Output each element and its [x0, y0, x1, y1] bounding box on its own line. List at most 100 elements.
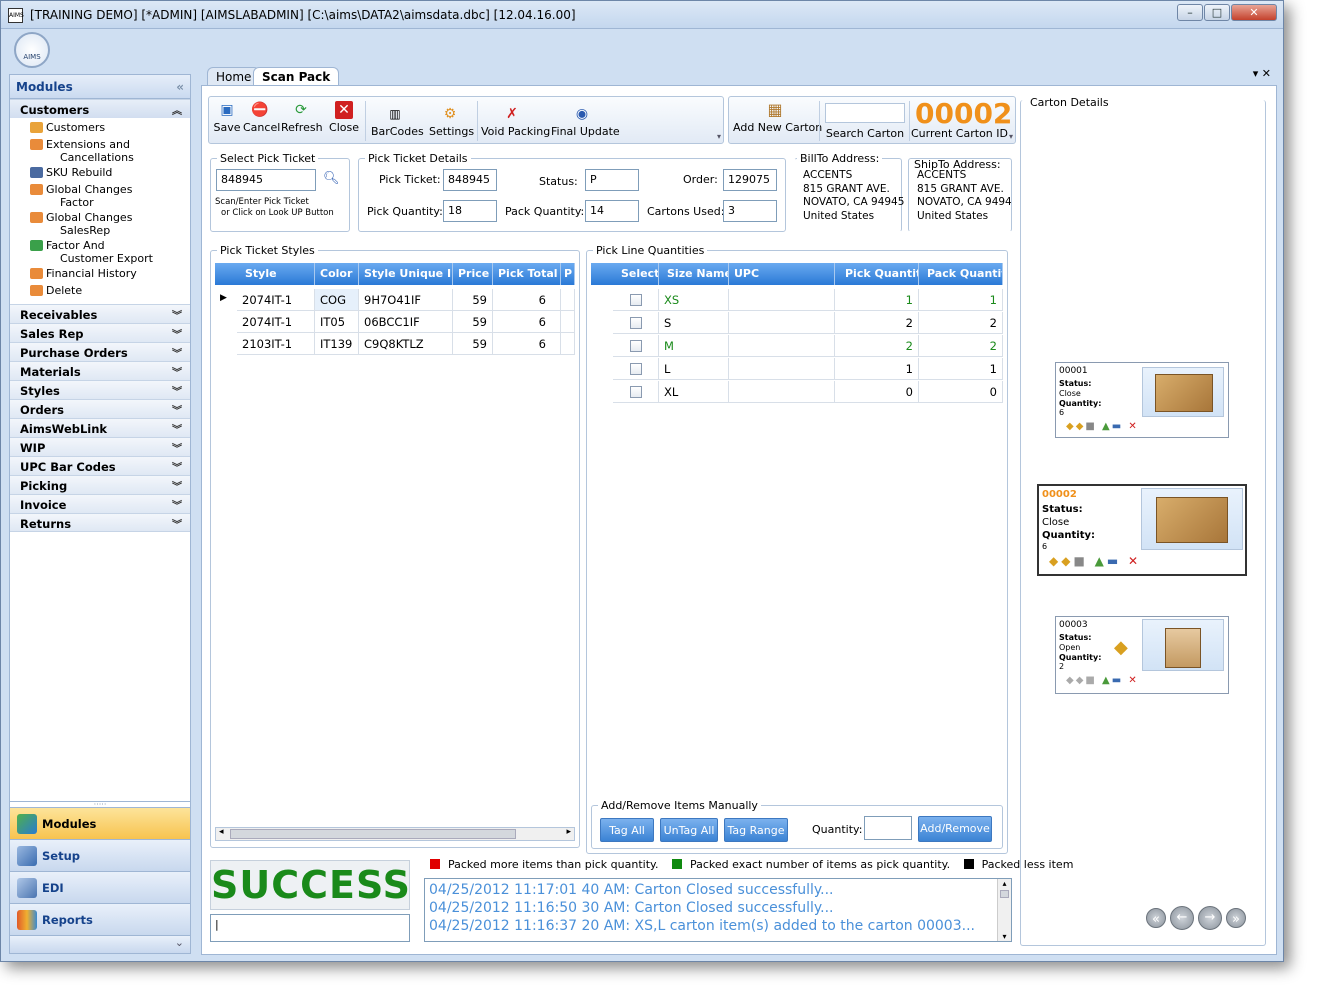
table-row[interactable]: M 2 2 [591, 335, 1003, 357]
group-sales-rep[interactable]: Sales Rep ︾ [10, 323, 190, 342]
toolbar-overflow-icon[interactable]: ▾ [717, 132, 721, 141]
tab-menu-icons[interactable]: ▾ ✕ [1253, 67, 1271, 80]
sidebar-item-financial-history[interactable]: Financial History [10, 266, 190, 283]
table-row[interactable]: L 1 1 [591, 358, 1003, 380]
horizontal-scrollbar[interactable]: ◂ ▸ [215, 827, 575, 841]
scroll-up-icon[interactable]: ▴ [998, 879, 1011, 888]
sidebar-item-factor-export[interactable]: Factor And Customer Export [10, 238, 190, 266]
pick-line-quantities-group: Pick Line Quantities Select Size Name UP… [586, 244, 1008, 854]
group-invoice[interactable]: Invoice ︾ [10, 494, 190, 513]
separator [819, 101, 820, 141]
first-page-icon[interactable]: « [1146, 908, 1166, 928]
log-scrollbar[interactable]: ▴ ▾ [997, 879, 1011, 941]
carton-card[interactable]: 00001 Status: Close Quantity: 6 ◆◆■ ▲▬ ✕ [1055, 362, 1229, 438]
settings-button[interactable]: ⚙ Settings [429, 105, 474, 138]
table-row[interactable]: 2103IT-1 IT139 C9Q8KTLZ 59 6 [215, 333, 575, 355]
cancel-button[interactable]: ⛔ Cancel [243, 101, 280, 134]
carton-card[interactable]: 00003 Status: Open Quantity: 2 ◆ ◆◆■ ▲▬ … [1055, 616, 1229, 694]
nav-edi[interactable]: EDI [10, 871, 190, 903]
sidebar-item-extensions[interactable]: Extensions and Cancellations [10, 137, 190, 165]
color-legend: Packed more items than pick quantity. Pa… [430, 858, 1073, 871]
group-customers[interactable]: Customers ︽ [10, 99, 190, 118]
select-checkbox[interactable] [629, 317, 642, 329]
select-checkbox[interactable] [629, 363, 642, 375]
toolbar-overflow-icon[interactable]: ▾ [1009, 132, 1013, 141]
table-row[interactable]: XL 0 0 [591, 381, 1003, 403]
scrollbar-thumb[interactable] [1000, 890, 1009, 898]
final-update-button[interactable]: ◉ Final Update [551, 105, 620, 138]
group-materials[interactable]: Materials ︾ [10, 361, 190, 380]
pick-ticket-input[interactable]: 848945 [216, 169, 316, 191]
tab-scan-pack[interactable]: Scan Pack [253, 67, 340, 85]
void-packing-button[interactable]: ✗ Void Packing [481, 105, 550, 138]
group-receivables[interactable]: Receivables ︾ [10, 304, 190, 323]
reports-icon [17, 910, 37, 930]
scroll-down-icon[interactable]: ▾ [998, 932, 1011, 941]
carton-toolbar: ▦ Add New Carton Search Carton 00002 Curr… [728, 96, 1016, 144]
current-carton-label: Current Carton ID [911, 127, 1008, 140]
quantity-input[interactable] [864, 816, 912, 840]
search-carton-input[interactable] [825, 103, 905, 123]
pick-quantity-field: 18 [443, 200, 497, 222]
chevron-down-icon: ︾ [172, 330, 182, 341]
group-wip[interactable]: WIP ︾ [10, 437, 190, 456]
scroll-right-icon[interactable]: ▸ [566, 827, 571, 837]
barcodes-button[interactable]: ▥ BarCodes [371, 105, 424, 138]
select-checkbox[interactable] [629, 386, 642, 398]
collapse-sidebar-icon[interactable]: « [176, 80, 184, 94]
add-new-carton-button[interactable]: ▦ Add New Carton [733, 101, 822, 135]
carton-action-icons[interactable]: ◆◆■ ▲▬ ✕ [1066, 421, 1139, 432]
separator [909, 101, 910, 141]
sku-icon [30, 167, 43, 178]
current-carton-id: 00002 [915, 97, 1013, 130]
document-tabs: Home Scan Pack ▾ ✕ [201, 65, 1279, 85]
refresh-button[interactable]: ⟳ Refresh [281, 101, 323, 134]
group-orders[interactable]: Orders ︾ [10, 399, 190, 418]
nav-setup[interactable]: Setup [10, 839, 190, 871]
add-remove-button[interactable]: Add/Remove [918, 816, 992, 842]
group-styles[interactable]: Styles ︾ [10, 380, 190, 399]
select-checkbox[interactable] [629, 340, 642, 352]
arrow-icon [30, 139, 43, 150]
save-button[interactable]: ▣ Save [213, 101, 241, 134]
last-page-icon[interactable]: » [1226, 908, 1246, 928]
table-row[interactable]: XS 1 1 [591, 289, 1003, 311]
carton-card-selected[interactable]: 00002 Status: Close Quantity: 6 ◆◆■ ▲▬ ✕ [1037, 484, 1247, 576]
table-row[interactable]: ▶ 2074IT-1 COG 9H7O41IF 59 6 [215, 289, 575, 311]
sidebar-item-delete[interactable]: Delete [10, 283, 190, 300]
table-row[interactable]: S 2 2 [591, 312, 1003, 334]
sidebar-item-sku-rebuild[interactable]: SKU Rebuild [10, 165, 190, 182]
customers-icon [30, 122, 43, 133]
group-purchase-orders[interactable]: Purchase Orders ︾ [10, 342, 190, 361]
nav-modules[interactable]: Modules [10, 807, 190, 839]
maximize-button[interactable]: □ [1204, 4, 1230, 21]
close-button[interactable]: ✕ Close [329, 101, 359, 134]
lookup-search-icon[interactable]: 🔍︎ [323, 171, 340, 186]
carton-action-icons[interactable]: ◆◆■ ▲▬ ✕ [1049, 554, 1141, 568]
group-picking[interactable]: Picking ︾ [10, 475, 190, 494]
pick-ticket-styles-group: Pick Ticket Styles Style Color Style Uni… [210, 244, 580, 848]
overflow-chevron-icon[interactable]: ⌄ [10, 935, 190, 953]
minimize-button[interactable]: – [1177, 4, 1203, 21]
scrollbar-thumb[interactable] [230, 829, 516, 839]
group-upc-bar-codes[interactable]: UPC Bar Codes ︾ [10, 456, 190, 475]
carton-action-icons[interactable]: ◆◆■ ▲▬ ✕ [1066, 675, 1139, 686]
group-aimsweblink[interactable]: AimsWebLink ︾ [10, 418, 190, 437]
select-checkbox[interactable] [629, 294, 642, 306]
nav-reports[interactable]: Reports [10, 903, 190, 935]
scan-input[interactable]: | [210, 914, 410, 942]
group-returns[interactable]: Returns ︾ [10, 513, 190, 532]
tag-range-button[interactable]: Tag Range [724, 818, 788, 842]
aims-logo[interactable]: AIMS [14, 32, 50, 68]
untag-all-button[interactable]: UnTag All [660, 818, 718, 842]
table-row[interactable]: 2074IT-1 IT05 06BCC1IF 59 6 [215, 311, 575, 333]
scroll-left-icon[interactable]: ◂ [219, 827, 224, 837]
previous-page-icon[interactable]: ← [1170, 906, 1194, 930]
close-window-button[interactable]: ✕ [1231, 4, 1277, 21]
tag-all-button[interactable]: Tag All [600, 818, 654, 842]
next-page-icon[interactable]: → [1198, 906, 1222, 930]
sidebar-item-global-salesrep[interactable]: Global Changes SalesRep [10, 210, 190, 238]
sidebar-item-customers[interactable]: Customers [10, 120, 190, 137]
sidebar-item-global-factor[interactable]: Global Changes Factor [10, 182, 190, 210]
customers-items: Customers Extensions and Cancellations SK… [10, 118, 190, 304]
